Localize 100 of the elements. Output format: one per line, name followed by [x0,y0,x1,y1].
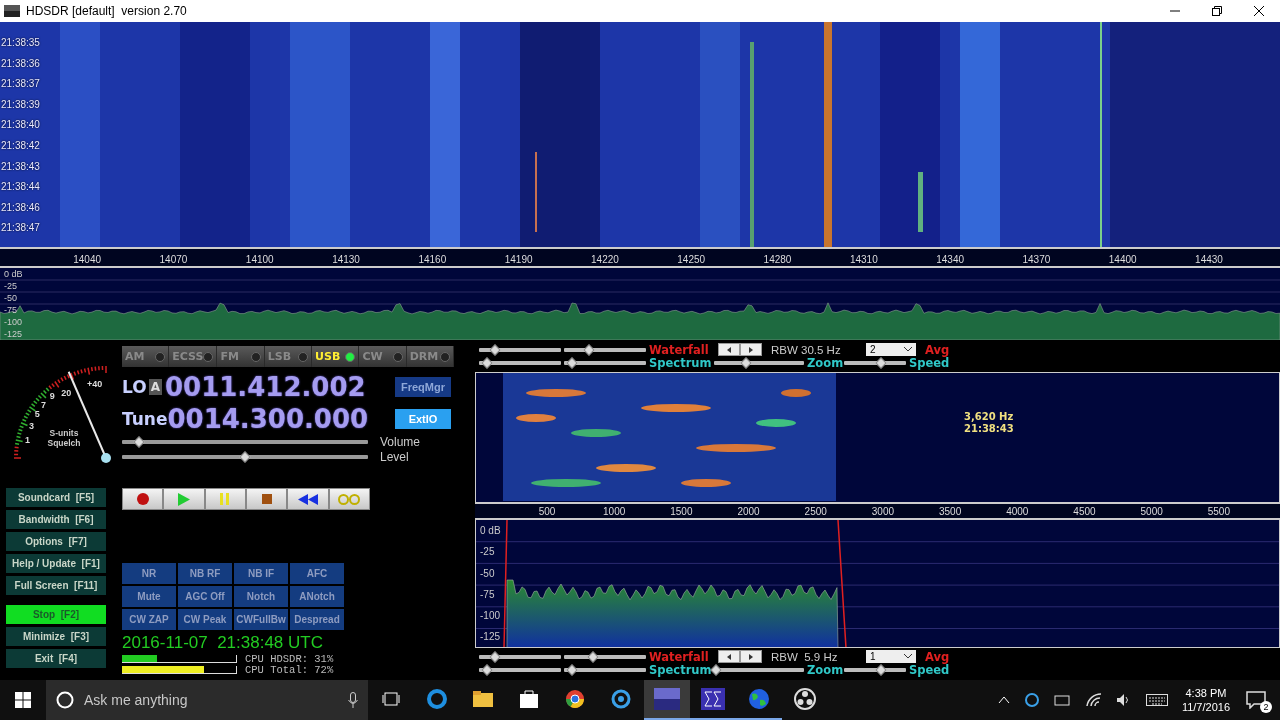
mode-button[interactable]: LSB [264,346,313,367]
transport-button[interactable] [163,488,205,510]
scale-label: 1 [24,435,30,445]
frequency-label: 14040 [72,254,103,266]
windows-logo-icon [15,692,31,708]
frequency-label: 4500 [1072,506,1097,518]
left-arrow-button[interactable] [718,650,740,663]
caret-up-icon [997,696,1010,704]
frequency-label: 14130 [331,254,361,266]
transport-button[interactable] [246,488,288,510]
dsp-button[interactable]: CW Peak [178,609,232,630]
meter-caption: S-units [49,428,79,438]
time-label: 21:38:39 [1,97,40,112]
dsp-button[interactable]: Notch [234,586,288,607]
frequency-label: 2500 [803,506,828,518]
notifications-button[interactable]: 2 [1244,685,1272,715]
slider[interactable] [122,436,368,447]
slider[interactable] [479,344,561,355]
slider[interactable] [479,651,561,662]
time-label: 21:38:37 [1,77,40,92]
transport-button[interactable] [287,488,329,510]
slider[interactable] [564,344,646,355]
frequency-label: 1000 [602,506,627,518]
slider[interactable] [714,357,804,368]
dsp-button[interactable]: AFC [290,563,344,584]
slider[interactable] [564,664,646,675]
dsp-button[interactable]: Mute [122,586,176,607]
dsp-button[interactable]: NR [122,563,176,584]
slider[interactable] [564,357,646,368]
play-icon [178,492,190,506]
speed-label: Speed [909,662,950,677]
dsp-button[interactable]: NB RF [178,563,232,584]
function-button[interactable]: Minimize [F3] [6,627,106,646]
db-label: -75 [4,304,18,316]
slider[interactable] [844,664,906,675]
rbw-label: RBW 30.5 Hz [771,343,842,356]
transport-button[interactable] [328,488,370,510]
slider-thumb[interactable] [133,435,145,448]
function-button[interactable]: Stop [F2] [6,605,106,624]
slider[interactable] [844,357,906,368]
slider-label: Level [380,449,409,464]
function-button[interactable]: Help / Update [F1] [6,554,106,573]
wifi-icon [1085,693,1102,707]
right-arrow-icon [748,653,754,660]
bank-label: A [148,379,162,395]
mode-button[interactable]: CW [359,346,407,367]
frequency-label: 14430 [1194,254,1224,266]
right-arrow-button[interactable] [740,650,762,663]
time-label: 21:38:40 [1,118,40,133]
transport-button[interactable] [204,488,246,510]
function-button[interactable]: Options [F7] [6,532,106,551]
slider[interactable] [122,451,368,462]
frequency-label: 14220 [590,254,620,266]
avg-select[interactable]: 2 [866,343,916,356]
slider-thumb[interactable] [489,650,502,663]
mode-button[interactable]: USB [312,346,360,367]
mode-button[interactable]: ECSS [169,346,218,367]
circle-icon [56,691,74,709]
slider-thumb[interactable] [481,663,493,676]
stop-icon [261,494,272,504]
right-arrow-button[interactable] [740,343,762,356]
mode-button[interactable]: FM [217,346,265,367]
lo-frequency: 0011.412.002 [165,372,366,402]
transport-button[interactable] [122,488,164,510]
extio-button[interactable]: ExtIO [395,409,451,429]
dsp-button[interactable]: AGC Off [178,586,232,607]
function-button[interactable]: Bandwidth [F6] [6,510,106,529]
frequency-label: 14070 [158,254,189,266]
spectrum-label: Spectrum [649,355,711,370]
spectrum-label: Spectrum [649,662,711,677]
left-arrow-button[interactable] [718,343,740,356]
slider[interactable] [479,357,561,368]
function-button[interactable]: Soundcard [F5] [6,488,106,507]
slider[interactable] [479,664,561,675]
dsp-button[interactable]: NB IF [234,563,288,584]
scale-label: 9 [49,390,55,401]
cpu-label: CPU HDSDR: 31% [245,652,334,665]
freqmgr-button[interactable]: FreqMgr [395,377,451,397]
search-input[interactable]: Ask me anything [82,691,340,709]
db-label: -50 [480,566,496,581]
frequency-label: 14280 [762,254,793,266]
time-label: 21:38:35 [1,36,40,50]
search-field[interactable]: Ask me anything [46,680,368,720]
dsp-button[interactable]: ANotch [290,586,344,607]
mode-button[interactable]: AM [122,346,170,367]
slider[interactable] [564,651,646,662]
waterfall-label: Waterfall [649,649,710,664]
notification-count: 2 [1260,701,1272,713]
keyboard-icon [1145,693,1168,707]
avg-select[interactable]: 1 [866,650,916,663]
frequency-label: 4000 [1005,506,1030,518]
function-button[interactable]: Full Screen [F11] [6,576,106,595]
dsp-button[interactable]: Despread [290,609,344,630]
tune-frequency: 0014.300.000 [167,404,369,434]
function-button[interactable]: Exit [F4] [6,649,106,668]
dsp-button[interactable]: CW ZAP [122,609,176,630]
scale-label: 20 [61,387,72,398]
mode-button[interactable]: DRM [406,346,455,367]
dsp-button[interactable]: CWFullBw [234,609,288,630]
close-icon [1254,6,1264,16]
